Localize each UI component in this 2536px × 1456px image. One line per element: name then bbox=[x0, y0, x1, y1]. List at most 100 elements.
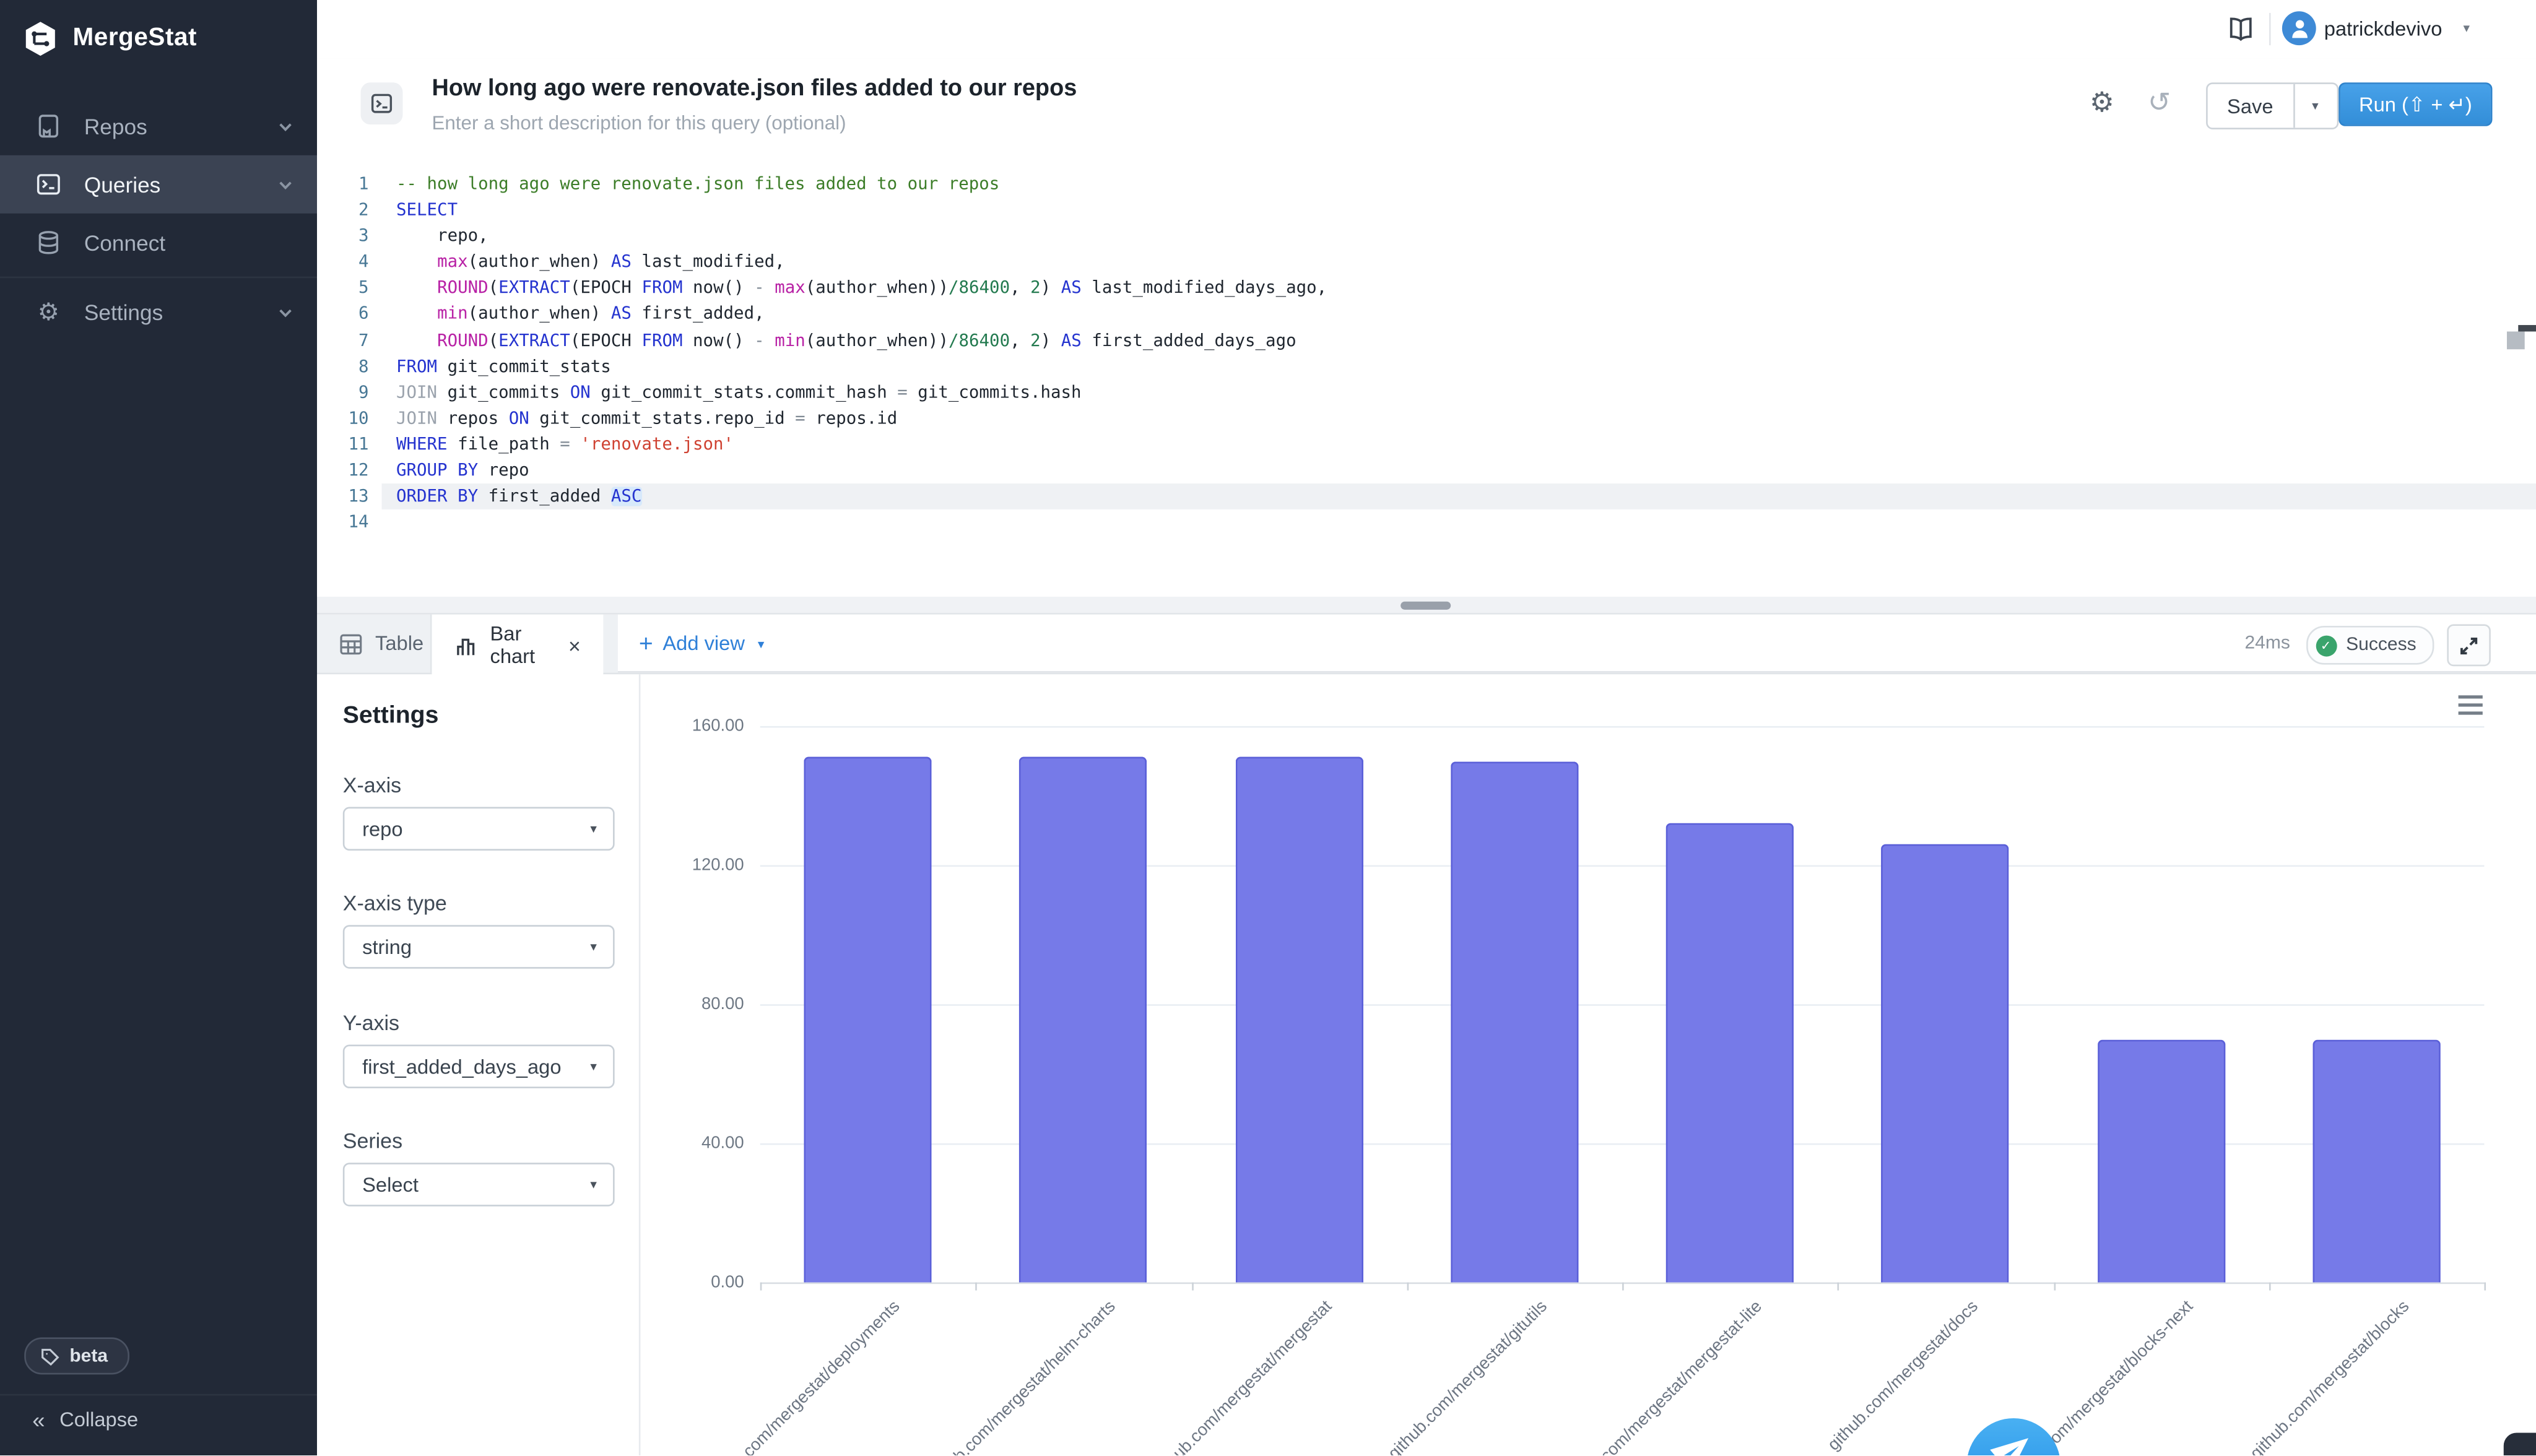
select-value: first_added_days_ago bbox=[344, 1055, 590, 1078]
code-line: 8FROM git_commit_stats bbox=[317, 353, 2536, 379]
collapse-icon: « bbox=[32, 1408, 45, 1431]
sidebar-item-queries[interactable]: Queries bbox=[0, 155, 317, 214]
sql-editor[interactable]: 1-- how long ago were renovate.json file… bbox=[317, 152, 2536, 597]
collapse-label: Collapse bbox=[59, 1408, 138, 1431]
code-line: 13ORDER BY first_added ASC bbox=[317, 483, 2536, 509]
code-text: SELECT bbox=[381, 197, 2536, 223]
table-icon bbox=[340, 633, 363, 654]
field-label-y-axis: Y-axis bbox=[343, 1011, 399, 1035]
query-description-input[interactable] bbox=[432, 111, 1111, 134]
select-caret-icon: ▾ bbox=[590, 1177, 613, 1192]
save-button[interactable]: Save bbox=[2208, 84, 2293, 128]
mergestat-logo-icon bbox=[23, 19, 58, 58]
username[interactable]: patrickdevivo bbox=[2324, 18, 2443, 41]
app-logo[interactable]: MergeStat bbox=[23, 19, 197, 58]
query-title[interactable]: How long ago were renovate.json files ad… bbox=[432, 76, 1077, 102]
code-text: GROUP BY repo bbox=[381, 457, 2536, 483]
code-line: 10JOIN repos ON git_commit_stats.repo_id… bbox=[317, 405, 2536, 431]
query-header: How long ago were renovate.json files ad… bbox=[317, 58, 2536, 154]
user-menu-chevron-icon[interactable]: ▾ bbox=[2463, 21, 2469, 36]
gear-icon: ⚙ bbox=[35, 299, 61, 325]
select-caret-icon: ▾ bbox=[590, 821, 613, 836]
sidebar-item-label: Connect bbox=[84, 230, 165, 254]
code-line: 12GROUP BY repo bbox=[317, 457, 2536, 483]
code-line: 6 min(author_when) AS first_added, bbox=[317, 301, 2536, 327]
query-settings-gear-icon[interactable]: ⚙ bbox=[2090, 89, 2114, 116]
sidebar-divider bbox=[0, 1394, 317, 1396]
line-number: 14 bbox=[317, 509, 381, 535]
line-number: 7 bbox=[317, 327, 381, 353]
settings-title: Settings bbox=[343, 702, 439, 729]
code-line: 1-- how long ago were renovate.json file… bbox=[317, 171, 2536, 197]
code-line: 7 ROUND(EXTRACT(EPOCH FROM now() - min(a… bbox=[317, 327, 2536, 353]
code-text: JOIN repos ON git_commit_stats.repo_id =… bbox=[381, 405, 2536, 431]
sidebar-item-label: Queries bbox=[84, 172, 161, 196]
code-text: WHERE file_path = 'renovate.json' bbox=[381, 431, 2536, 457]
tag-icon bbox=[40, 1346, 59, 1366]
query-history-icon[interactable]: ↺ bbox=[2148, 89, 2171, 116]
select-x-axis-type[interactable]: string▾ bbox=[343, 925, 615, 969]
select-value: repo bbox=[344, 817, 590, 840]
chart-settings-panel: Settings X-axisrepo▾X-axis typestring▾Y-… bbox=[317, 674, 640, 1455]
select-y-axis[interactable]: first_added_days_ago▾ bbox=[343, 1045, 615, 1089]
mergestat-app: MergeStat Repos Queries Connect ⚙ Settings b… bbox=[0, 0, 2536, 1455]
chart-panel bbox=[640, 674, 2536, 1455]
line-number: 1 bbox=[317, 171, 381, 197]
send-plane-icon bbox=[1992, 1429, 2034, 1455]
sidebar: MergeStat Repos Queries Connect ⚙ Settings b… bbox=[0, 0, 317, 1455]
code-text: ROUND(EXTRACT(EPOCH FROM now() - min(aut… bbox=[381, 327, 2536, 353]
sidebar-item-label: Settings bbox=[84, 300, 163, 324]
code-line: 2SELECT bbox=[317, 197, 2536, 223]
topbar: patrickdevivo ▾ bbox=[317, 0, 2536, 60]
code-text: JOIN git_commits ON git_commit_stats.com… bbox=[381, 379, 2536, 405]
beta-badge: beta bbox=[24, 1337, 129, 1374]
beta-label: beta bbox=[69, 1346, 108, 1366]
status-badge: ✓ Success bbox=[2306, 626, 2434, 665]
query-duration: 24ms bbox=[2244, 634, 2290, 653]
save-dropdown-caret[interactable]: ▾ bbox=[2293, 84, 2337, 128]
sidebar-item-settings[interactable]: ⚙ Settings bbox=[0, 283, 317, 341]
field-label-x-axis-type: X-axis type bbox=[343, 891, 447, 915]
bar-chart-icon bbox=[454, 635, 477, 656]
corner-widget[interactable] bbox=[2504, 1432, 2536, 1455]
results-tab-bar: TableBar chart× + Add view ▾ 24ms ✓ Succ… bbox=[317, 615, 2536, 675]
add-view-caret-icon: ▾ bbox=[758, 636, 764, 651]
expand-results-button[interactable] bbox=[2447, 624, 2491, 666]
tab-bar-chart[interactable]: Bar chart× bbox=[432, 615, 603, 676]
editor-scrollbar-thumb[interactable] bbox=[2507, 332, 2525, 350]
collapse-button[interactable]: « Collapse bbox=[32, 1408, 138, 1431]
line-number: 8 bbox=[317, 353, 381, 379]
close-icon[interactable]: × bbox=[568, 635, 581, 656]
docs-book-icon[interactable] bbox=[2227, 16, 2254, 42]
sidebar-item-connect[interactable]: Connect bbox=[0, 214, 317, 272]
avatar[interactable] bbox=[2282, 11, 2316, 45]
sidebar-item-repos[interactable]: Repos bbox=[0, 97, 317, 155]
code-line: 11WHERE file_path = 'renovate.json' bbox=[317, 431, 2536, 457]
chevron-down-icon bbox=[277, 175, 295, 193]
tab-table[interactable]: Table bbox=[317, 615, 432, 673]
chevron-down-icon bbox=[277, 117, 295, 135]
chevron-down-icon bbox=[277, 303, 295, 321]
chart-menu-icon[interactable] bbox=[2459, 695, 2483, 719]
book-icon bbox=[35, 113, 61, 139]
line-number: 13 bbox=[317, 483, 381, 509]
code-line: 14 bbox=[317, 509, 2536, 535]
code-text: min(author_when) AS first_added, bbox=[381, 301, 2536, 327]
select-x-axis[interactable]: repo▾ bbox=[343, 807, 615, 851]
line-number: 6 bbox=[317, 301, 381, 327]
select-caret-icon: ▾ bbox=[590, 940, 613, 955]
add-view-button[interactable]: + Add view ▾ bbox=[639, 615, 764, 673]
terminal-icon bbox=[35, 171, 61, 197]
run-button[interactable]: Run (⇧ + ↵) bbox=[2338, 82, 2492, 126]
code-text: -- how long ago were renovate.json files… bbox=[381, 171, 2536, 197]
status-label: Success bbox=[2346, 636, 2417, 655]
query-terminal-icon bbox=[361, 82, 403, 124]
code-text: repo, bbox=[381, 223, 2536, 249]
code-text: ORDER BY first_added ASC bbox=[381, 483, 2536, 509]
resize-handle[interactable] bbox=[1400, 602, 1451, 610]
code-line: 9JOIN git_commits ON git_commit_stats.co… bbox=[317, 379, 2536, 405]
sidebar-section-divider bbox=[0, 277, 317, 279]
code-line: 4 max(author_when) AS last_modified, bbox=[317, 249, 2536, 275]
panel-resize-strip bbox=[317, 597, 2536, 615]
select-series[interactable]: Select▾ bbox=[343, 1163, 615, 1207]
